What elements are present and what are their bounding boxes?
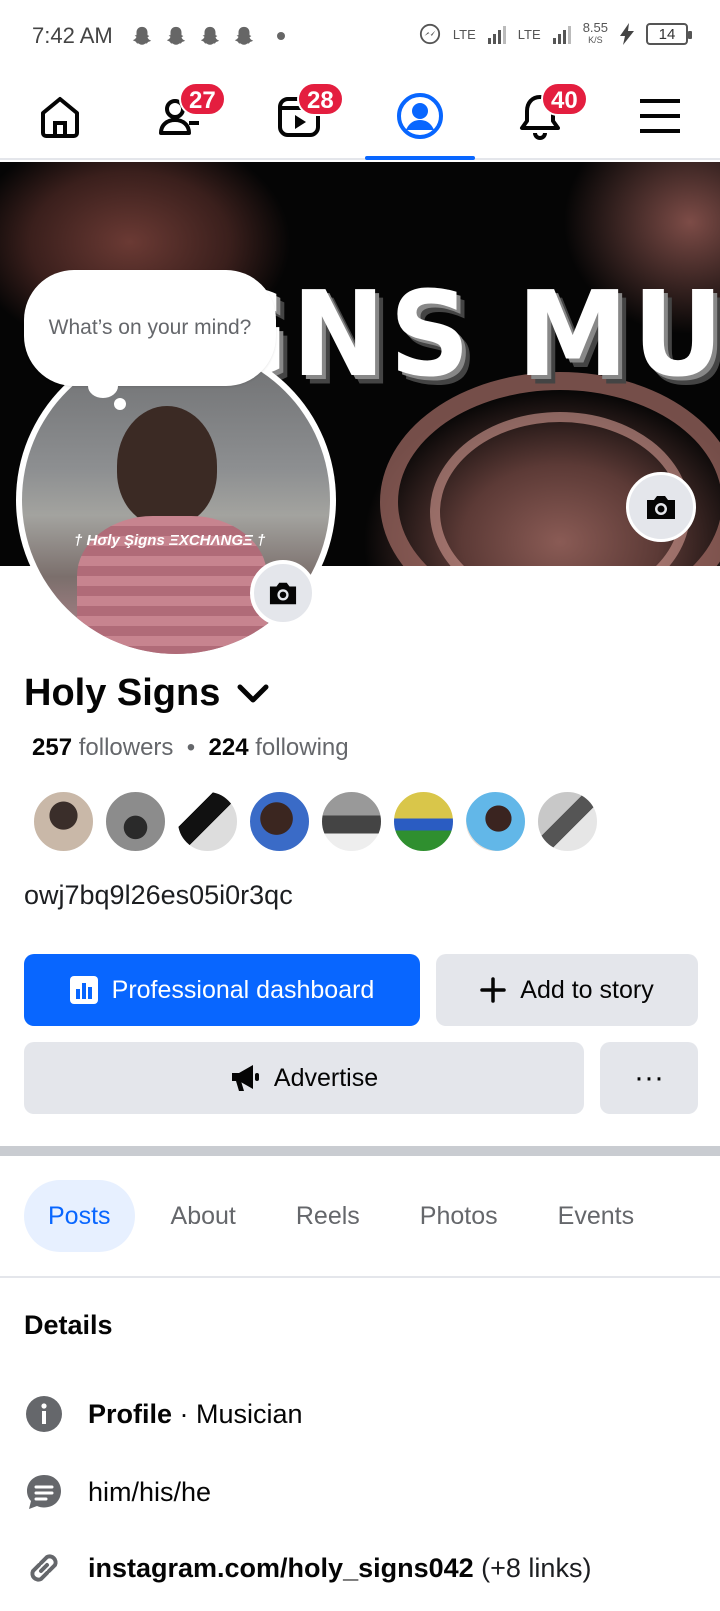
notifications-badge: 40 [541,82,588,116]
profile-icon [397,93,443,139]
profile-name: Holy Signs [24,672,221,714]
speech-bubble-icon [24,1472,64,1512]
snapchat-ghost-icon [132,26,151,45]
profile-category-value: · Musician [172,1398,303,1429]
lte-label-2: LTE [517,26,541,42]
status-time: 7:42 AM [32,23,113,48]
camera-icon [647,496,675,519]
chevron-down-icon [237,684,269,702]
nav-home[interactable] [5,72,115,160]
link-icon [24,1548,64,1588]
details-heading: Details [24,1310,113,1340]
tab-photos[interactable]: Photos [396,1180,522,1252]
profile-bio: owj7bq9l26es05i0r3qc [24,880,293,910]
lte-label-1: LTE [452,26,476,42]
pronouns-text: him/his/he [88,1476,212,1507]
plus-icon [480,977,507,1003]
more-notifications-dot [276,32,285,40]
advertise-button[interactable]: Advertise [24,1042,584,1114]
friend-avatar[interactable] [104,790,167,853]
friend-avatar[interactable] [248,790,311,853]
section-divider [0,1146,720,1156]
tabs-divider [0,1276,720,1278]
tab-events[interactable]: Events [534,1180,658,1252]
status-indicators: LTE LTE 8.55 K/S 14 [419,20,692,46]
active-tab-indicator [365,156,475,160]
network-speed: 8.55 K/S [582,20,608,46]
following-label[interactable]: following [255,734,348,761]
speed-value: 8.55 [582,20,608,35]
signal-icon [552,26,571,44]
top-navigation: 27 28 40 [0,72,720,160]
nav-video[interactable]: 28 [245,72,355,160]
advertise-label: Advertise [273,1063,379,1092]
stats-separator: • [186,734,196,761]
extra-links-count[interactable]: (+8 links) [474,1553,591,1583]
nav-menu[interactable] [605,72,715,160]
add-to-story-label: Add to story [520,975,654,1004]
friend-avatar[interactable] [32,790,95,853]
professional-dashboard-button[interactable]: Professional dashboard [24,954,420,1026]
edit-profile-picture-button[interactable] [250,560,316,626]
nav-notifications[interactable]: 40 [485,72,595,160]
follow-stats: 257 followers • 224 following [32,734,349,762]
speed-unit: K/S [588,35,603,45]
add-to-story-button[interactable]: Add to story [436,954,698,1026]
friend-avatar[interactable] [392,790,455,853]
avatar-watermark: † Hσly Şigns ΞXCHΛNGΞ † [74,532,266,549]
bubble-tail-large [88,374,118,398]
edit-cover-button[interactable] [626,472,696,542]
profile-name-row[interactable]: Holy Signs [24,672,270,715]
snapchat-ghost-icon [200,26,219,45]
profile-category-label: Profile [88,1398,173,1429]
camera-icon [269,582,297,605]
friends-badge: 27 [179,82,226,116]
friend-avatar[interactable] [176,790,239,853]
bubble-tail-small [114,398,126,410]
battery-indicator: 14 [646,23,692,45]
following-count[interactable]: 224 [209,734,249,761]
home-icon [41,97,79,138]
friend-avatar[interactable] [536,790,599,853]
messenger-icon [419,23,440,45]
nav-friends[interactable]: 27 [125,72,235,160]
snapchat-ghost-icon [166,26,185,45]
snapchat-ghost-icon [234,26,253,45]
bar-chart-icon [69,976,98,1004]
tab-reels[interactable]: Reels [272,1180,384,1252]
instagram-link[interactable]: instagram.com/holy_signs042 [88,1553,474,1583]
tab-posts[interactable]: Posts [24,1180,135,1252]
friend-avatar[interactable] [464,790,527,853]
detail-links[interactable]: instagram.com/holy_signs042 (+8 links) [24,1548,591,1588]
info-icon [24,1394,64,1434]
status-bar: 7:42 AM LTE LTE 8.55 K/S 14 [0,0,720,72]
profile-tabs: Posts About Reels Photos Events [24,1180,658,1252]
video-badge: 28 [297,82,344,116]
tab-about[interactable]: About [147,1180,260,1252]
menu-icon [640,99,680,133]
professional-dashboard-label: Professional dashboard [111,975,375,1004]
megaphone-icon [231,1065,259,1091]
friend-avatars-row [32,790,599,853]
detail-profile-category: Profile · Musician [24,1394,303,1434]
followers-label[interactable]: followers [79,734,174,761]
friend-avatar[interactable] [320,790,383,853]
avatar-head [117,406,217,526]
battery-level: 14 [658,25,676,43]
notification-icons [131,25,285,47]
whats-on-your-mind-bubble[interactable]: What’s on your mind? [24,270,276,386]
more-options-button[interactable]: ··· [600,1042,698,1114]
detail-pronouns: him/his/he [24,1472,211,1512]
nav-profile[interactable] [365,72,475,160]
charging-icon [620,23,634,45]
followers-count[interactable]: 257 [32,734,72,761]
more-options-label: ··· [634,1061,664,1094]
signal-icon [487,26,506,44]
